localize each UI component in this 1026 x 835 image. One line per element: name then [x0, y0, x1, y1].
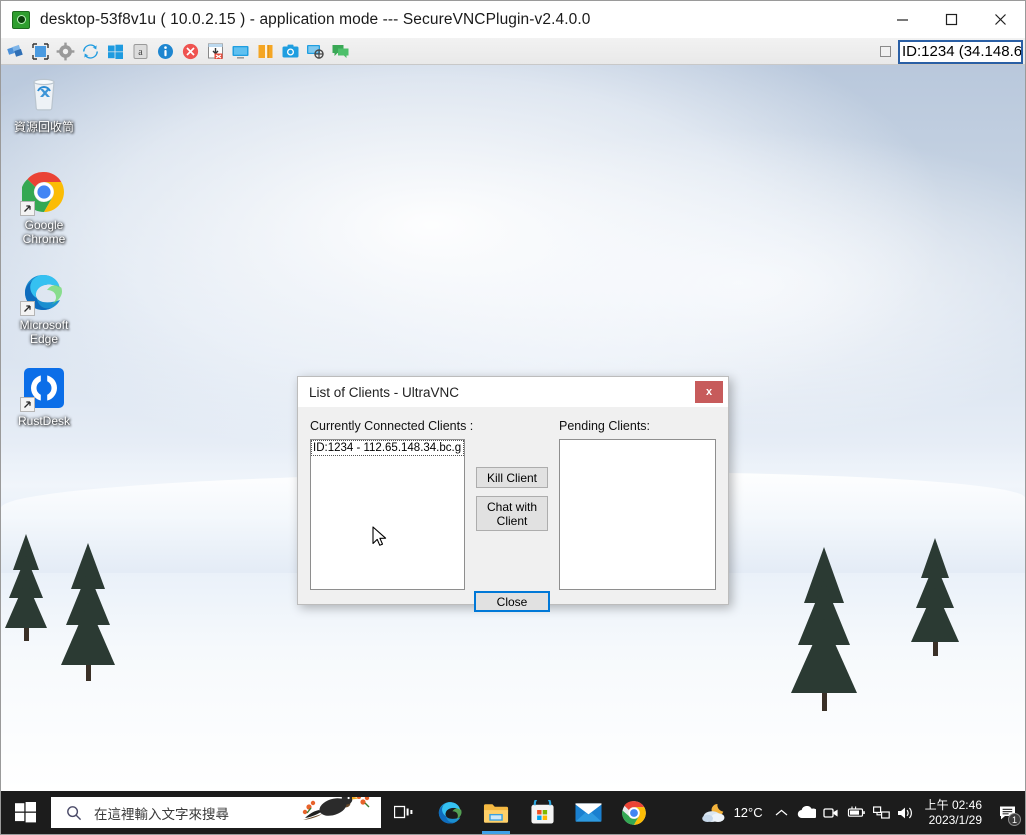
desktop-icon-label-line1: RustDesk	[17, 414, 70, 428]
list-item[interactable]: ID:1234 - 112.65.148.34.bc.g	[311, 440, 464, 456]
wallpaper-pine-tree	[5, 534, 47, 641]
window-title: desktop-53f8v1u ( 10.0.2.15 ) - applicat…	[40, 10, 591, 28]
screenshot-icon[interactable]	[279, 40, 301, 62]
taskbar-app-mail[interactable]	[565, 791, 611, 834]
desktop-icon-microsoft-edge[interactable]: Microsoft Edge	[5, 269, 83, 346]
windows-key-icon[interactable]	[104, 40, 126, 62]
start-button[interactable]	[1, 791, 49, 834]
search-bird-illustration	[299, 797, 377, 828]
svg-text:a: a	[138, 47, 143, 58]
notification-center-button[interactable]: 1	[991, 791, 1025, 834]
rustdesk-icon	[20, 365, 67, 412]
wallpaper-pine-tree	[791, 547, 857, 711]
desktop-icon-label-line1: Google	[24, 218, 64, 232]
chevron-up-icon[interactable]	[769, 791, 794, 834]
weather-temperature: 12°C	[733, 805, 763, 820]
windows-taskbar: 在這裡輸入文字來搜尋 12°C 上午 02:46 2023/1/29 1	[1, 791, 1025, 834]
system-tray: 12°C 上午 02:46 2023/1/29 1	[699, 791, 1025, 834]
dialog-title: List of Clients - UltraVNC	[309, 384, 460, 400]
toolbar-right-group: ID:1234 (34.148.6	[880, 38, 1023, 65]
window-controls	[878, 1, 1025, 38]
shortcut-overlay-icon	[20, 201, 35, 216]
partly-cloudy-night-icon	[701, 803, 724, 822]
taskbar-search-box[interactable]: 在這裡輸入文字來搜尋	[51, 797, 381, 828]
volume-icon[interactable]	[894, 791, 919, 834]
desktop-icon-label: 資源回收筒	[13, 120, 74, 134]
pending-clients-list[interactable]	[559, 439, 716, 590]
taskbar-app-microsoft-edge[interactable]	[427, 791, 473, 834]
wallpaper-pine-tree	[61, 543, 115, 681]
taskbar-app-file-explorer[interactable]	[473, 791, 519, 834]
recycle-bin-icon	[21, 71, 67, 117]
desktop-icon-label-line2: Chrome	[22, 232, 66, 246]
onedrive-cloud-icon[interactable]	[794, 791, 819, 834]
desktop-icon-rustdesk[interactable]: RustDesk	[5, 365, 83, 428]
refresh-icon[interactable]	[79, 40, 101, 62]
connected-clients-list[interactable]: ID:1234 - 112.65.148.34.bc.g	[310, 439, 465, 590]
vnc-viewer-window: desktop-53f8v1u ( 10.0.2.15 ) - applicat…	[0, 0, 1026, 835]
monitor-icon[interactable]	[229, 40, 251, 62]
taskbar-app-google-chrome[interactable]	[611, 791, 657, 834]
id-input-field[interactable]: ID:1234 (34.148.6	[898, 39, 1023, 64]
vnc-toolbar: a ID:1234 (34.148.6	[1, 38, 1025, 65]
chat-with-client-button[interactable]: Chat with Client	[476, 496, 548, 531]
remote-desktop-surface[interactable]: 資源回收筒 Google Chrome Microsoft Edge RustD…	[1, 65, 1025, 791]
kill-client-button[interactable]: Kill Client	[476, 467, 548, 488]
vnc-eye-icon	[12, 10, 30, 29]
taskbar-app-task-view[interactable]	[381, 791, 427, 834]
taskbar-weather-widget[interactable]: 12°C	[699, 791, 769, 834]
folder-icon	[483, 803, 508, 823]
task-view-icon	[394, 805, 413, 818]
search-placeholder-text: 在這裡輸入文字來搜尋	[94, 806, 229, 822]
battery-icon[interactable]	[844, 791, 869, 834]
dialog-titlebar: List of Clients - UltraVNC x	[298, 377, 728, 408]
file-transfer-icon[interactable]	[204, 40, 226, 62]
camera-icon[interactable]	[819, 791, 844, 834]
desktop-icon-google-chrome[interactable]: Google Chrome	[5, 169, 83, 246]
taskbar-app-microsoft-store[interactable]	[519, 791, 565, 834]
window-titlebar: desktop-53f8v1u ( 10.0.2.15 ) - applicat…	[1, 1, 1025, 38]
desktop-icon-recycle-bin[interactable]: 資源回收筒	[5, 71, 83, 134]
edge-icon	[438, 802, 462, 824]
desktop-icon-label-line1: Microsoft	[19, 318, 69, 332]
connected-clients-label: Currently Connected Clients :	[310, 419, 474, 433]
edge-icon	[20, 269, 67, 316]
dialog-close-button[interactable]: x	[695, 381, 723, 403]
id-input-value: ID:1234 (34.148.6	[902, 43, 1023, 60]
network-icon[interactable]	[869, 791, 894, 834]
info-icon[interactable]	[154, 40, 176, 62]
shortcut-overlay-icon	[20, 301, 35, 316]
disconnect-icon[interactable]	[179, 40, 201, 62]
chrome-icon	[622, 800, 646, 825]
desktop-icon-label-line2: Edge	[29, 332, 59, 346]
taskbar-clock[interactable]: 上午 02:46 2023/1/29	[919, 798, 991, 828]
gear-icon[interactable]	[54, 40, 76, 62]
connection-options-icon[interactable]	[4, 40, 26, 62]
shortcut-overlay-icon	[20, 397, 35, 412]
chrome-icon	[20, 169, 67, 216]
scaling-icon[interactable]	[254, 40, 276, 62]
zoom-target-icon[interactable]	[304, 40, 326, 62]
clock-date: 2023/1/29	[928, 812, 982, 827]
chat-icon[interactable]	[329, 40, 351, 62]
dialog-close-action-button[interactable]: Close	[474, 591, 550, 612]
wallpaper-pine-tree	[911, 538, 959, 656]
list-of-clients-dialog: List of Clients - UltraVNC x Currently C…	[297, 376, 729, 612]
ctrl-alt-del-icon[interactable]: a	[129, 40, 151, 62]
dialog-body: Currently Connected Clients : ID:1234 - …	[298, 408, 728, 612]
clock-time: 上午 02:46	[924, 797, 982, 812]
maximize-button[interactable]	[927, 1, 976, 38]
search-icon	[66, 805, 82, 821]
store-icon	[530, 800, 554, 824]
pending-clients-label: Pending Clients:	[559, 419, 651, 433]
mail-icon	[574, 803, 602, 822]
minimize-button[interactable]	[878, 1, 927, 38]
notification-badge: 1	[1008, 813, 1021, 826]
close-button[interactable]	[976, 1, 1025, 38]
fullscreen-icon[interactable]	[29, 40, 51, 62]
toolbar-checkbox[interactable]	[880, 46, 891, 57]
